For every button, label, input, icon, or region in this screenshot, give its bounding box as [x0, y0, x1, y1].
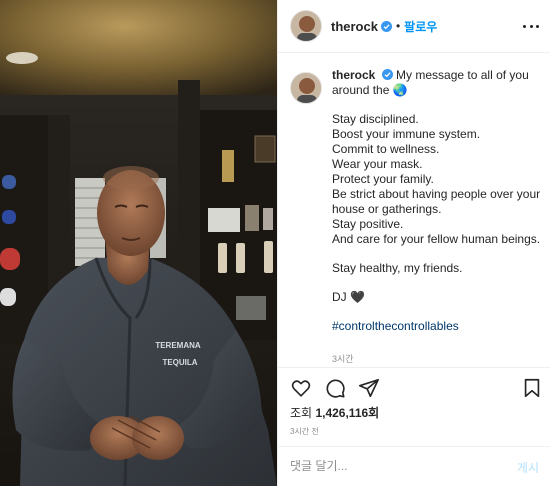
header-username[interactable]: therock [331, 19, 378, 34]
caption-line: house or gatherings. [332, 202, 442, 216]
caption-line: Wear your mask. [332, 157, 423, 171]
caption-body: Stay disciplined. Boost your immune syst… [290, 112, 548, 334]
comment-icon[interactable] [324, 377, 346, 399]
caption-line: Stay positive. [332, 217, 404, 231]
more-horizontal-icon[interactable] [523, 18, 539, 34]
caption-time: 3시간 [332, 354, 354, 364]
heart-icon[interactable] [290, 377, 312, 399]
video-frame-illustration: TEREMANA TEQUILA [0, 0, 277, 486]
action-bar [278, 367, 550, 409]
hashtag-link[interactable]: #controlthecontrollables [332, 319, 548, 334]
header-separator: • [395, 19, 401, 33]
caption-line: Stay disciplined. [332, 112, 419, 126]
caption-verified-badge-icon [381, 69, 393, 80]
verified-badge-icon [380, 20, 392, 32]
post-comment-button[interactable]: 게시 [517, 459, 539, 476]
paper-plane-icon[interactable] [358, 377, 380, 399]
post-header: therock • 팔로우 [278, 0, 550, 53]
view-count-value: 1,426,116회 [315, 406, 380, 420]
shirt-logo-bottom: TEQUILA [162, 358, 197, 367]
caption-first-line: therock My message to all of you around … [290, 68, 548, 98]
caption-line: Be strict about having people over your [332, 187, 541, 201]
follow-button[interactable]: 팔로우 [404, 18, 437, 35]
comment-bar: 게시 [278, 446, 550, 486]
instagram-post: TEREMANA TEQUILA therock • 팔로우 therock M… [0, 0, 550, 486]
post-video[interactable]: TEREMANA TEQUILA [0, 0, 277, 486]
post-sidebar: therock • 팔로우 therock My message to all … [277, 0, 550, 486]
caption-line: Protect your family. [332, 172, 434, 186]
post-caption: therock My message to all of you around … [290, 68, 548, 334]
caption-avatar[interactable] [290, 72, 322, 104]
bookmark-icon[interactable] [521, 377, 543, 399]
caption-line: Boost your immune system. [332, 127, 481, 141]
avatar-image [291, 11, 321, 41]
shirt-logo-top: TEREMANA [155, 341, 201, 350]
view-count[interactable]: 조회 1,426,116회 [290, 404, 379, 421]
view-count-label: 조회 [290, 406, 313, 420]
caption-signature: DJ 🖤 [332, 290, 365, 304]
caption-line: And care for your fellow human beings. [332, 232, 541, 246]
caption-username[interactable]: therock [332, 68, 375, 82]
post-timestamp[interactable]: 3시간 전 [290, 426, 319, 437]
caption-closing: Stay healthy, my friends. [332, 261, 463, 275]
avatar[interactable] [290, 10, 322, 42]
caption-line: Commit to wellness. [332, 142, 440, 156]
comment-input[interactable] [290, 459, 490, 473]
